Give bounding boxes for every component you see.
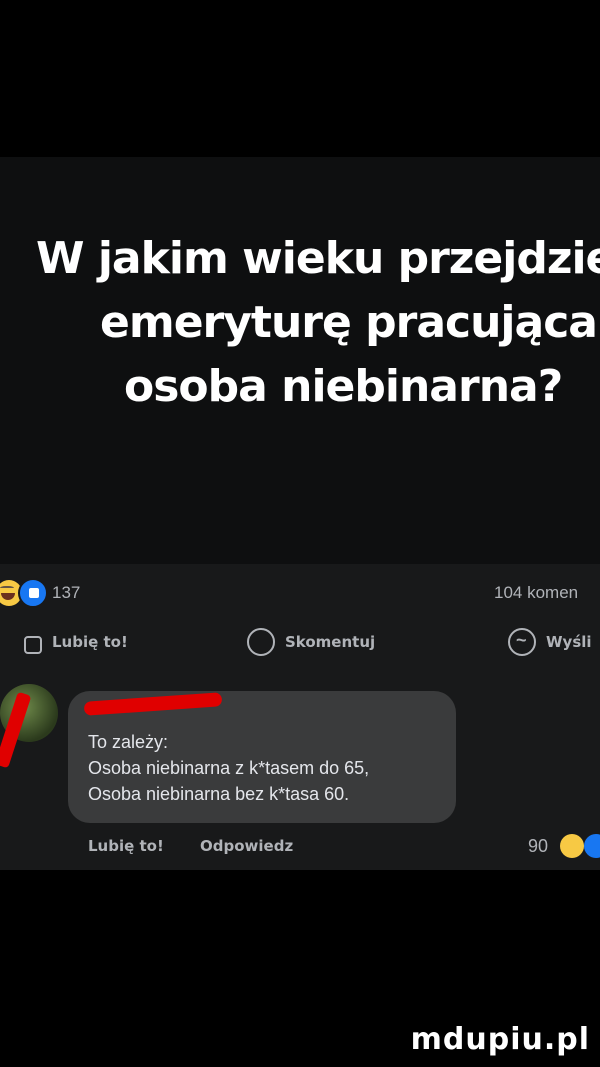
- like-reaction-icon: [584, 834, 600, 858]
- reaction-count[interactable]: 137: [52, 583, 80, 603]
- post-text-line-1: W jakim wieku przejdzie na: [36, 233, 600, 284]
- like-label: Lubię to!: [52, 633, 128, 651]
- comment-count[interactable]: 104 komen: [494, 583, 578, 603]
- post-text-background: W jakim wieku przejdzie na emeryturę pra…: [0, 157, 600, 564]
- reactions-bar[interactable]: 137 104 komen: [0, 578, 600, 618]
- send-button[interactable]: Wyśli: [508, 627, 592, 657]
- comment-actions: Lubię to! Odpowiedz 90: [0, 834, 600, 867]
- like-reaction-icon: [18, 578, 48, 608]
- comment-bubble-icon: [247, 628, 275, 656]
- comment-label: Skomentuj: [285, 633, 376, 651]
- comment-reaction-count[interactable]: 90: [528, 836, 548, 857]
- haha-reaction-icon: [560, 834, 584, 858]
- comment-text-line-3: Osoba niebinarna bez k*tasa 60.: [88, 784, 350, 804]
- comment-like-button[interactable]: Lubię to!: [88, 837, 164, 855]
- like-button[interactable]: Lubię to!: [24, 627, 128, 657]
- comment-text: To zależy: Osoba niebinarna z k*tasem do…: [88, 729, 369, 807]
- facebook-post: W jakim wieku przejdzie na emeryturę pra…: [0, 157, 600, 870]
- post-text-line-2: emeryturę pracująca: [100, 297, 598, 348]
- comment-button[interactable]: Skomentuj: [247, 627, 375, 657]
- send-label: Wyśli: [546, 633, 592, 651]
- post-text-line-3: osoba niebinarna?: [124, 361, 563, 412]
- watermark-logo: mdupiu.pl: [410, 1022, 590, 1057]
- thumbs-up-icon: [24, 636, 42, 654]
- messenger-icon: [508, 628, 536, 656]
- post-actions: Lubię to! Skomentuj Wyśli: [0, 627, 600, 667]
- comment-reply-button[interactable]: Odpowiedz: [200, 837, 293, 855]
- comment-text-line-2: Osoba niebinarna z k*tasem do 65,: [88, 758, 370, 778]
- comment-text-line-1: To zależy:: [88, 732, 169, 752]
